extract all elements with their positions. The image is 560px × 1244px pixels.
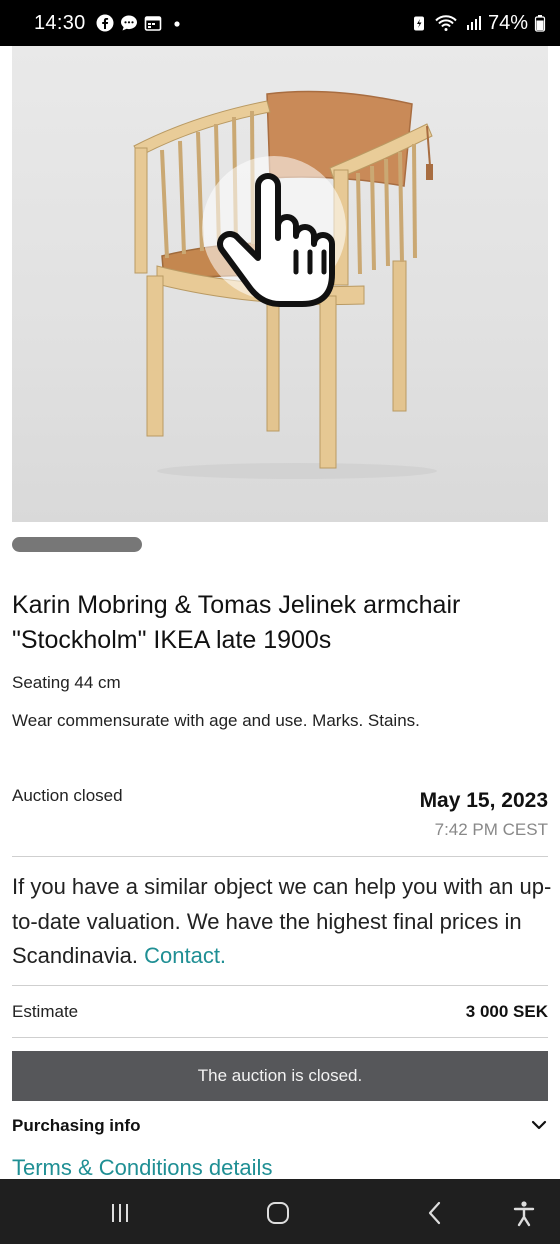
listing-title: Karin Mobring & Tomas Jelinek armchair "…: [12, 591, 461, 654]
back-icon[interactable]: [421, 1199, 449, 1227]
auction-time: 7:42 PM CEST: [434, 820, 548, 839]
listing-photo[interactable]: [12, 46, 548, 522]
armchair-illustration: [133, 90, 437, 479]
dot-icon: [168, 14, 186, 32]
battery-icon: [534, 14, 546, 32]
divider: [12, 1037, 548, 1038]
facebook-icon: [96, 14, 114, 32]
calendar-icon: [144, 14, 162, 32]
status-notification-icons: [96, 14, 186, 32]
signal-icon: [464, 14, 482, 32]
chevron-down-icon[interactable]: [530, 1116, 548, 1134]
wifi-icon: [434, 14, 458, 32]
status-system-icons: 74%: [410, 12, 546, 35]
valuation-text: If you have a similar object we can help…: [12, 874, 552, 968]
divider: [12, 985, 548, 986]
estimate-value: 3 000 SEK: [465, 1002, 548, 1021]
purchasing-info-toggle[interactable]: Purchasing info: [12, 1116, 140, 1136]
listing-detail-seating: Seating 44 cm: [12, 673, 121, 692]
listing-detail-condition: Wear commensurate with age and use. Mark…: [12, 711, 420, 730]
auction-date: May 15, 2023: [419, 789, 548, 812]
divider: [12, 856, 548, 857]
estimate-label: Estimate: [12, 1002, 79, 1021]
terms-conditions-link[interactable]: Terms & Conditions details: [12, 1155, 272, 1181]
auction-closed-banner: The auction is closed.: [12, 1051, 548, 1101]
home-icon[interactable]: [264, 1199, 292, 1227]
image-carousel-indicator: [12, 537, 142, 552]
valuation-text-block: If you have a similar object we can help…: [12, 870, 552, 974]
status-time: 14:30: [34, 11, 86, 34]
battery-percent: 74%: [487, 11, 528, 34]
system-nav-bar: [0, 1179, 560, 1244]
accessibility-icon[interactable]: [510, 1199, 538, 1227]
auction-status: Auction closed: [12, 786, 123, 805]
battery-saver-icon: [410, 14, 428, 32]
chat-icon: [120, 14, 138, 32]
status-bar: 14:30 74%: [0, 0, 560, 46]
recent-apps-icon[interactable]: [106, 1199, 134, 1227]
contact-link[interactable]: Contact.: [144, 943, 226, 968]
auction-closed-text: The auction is closed.: [197, 1066, 363, 1085]
